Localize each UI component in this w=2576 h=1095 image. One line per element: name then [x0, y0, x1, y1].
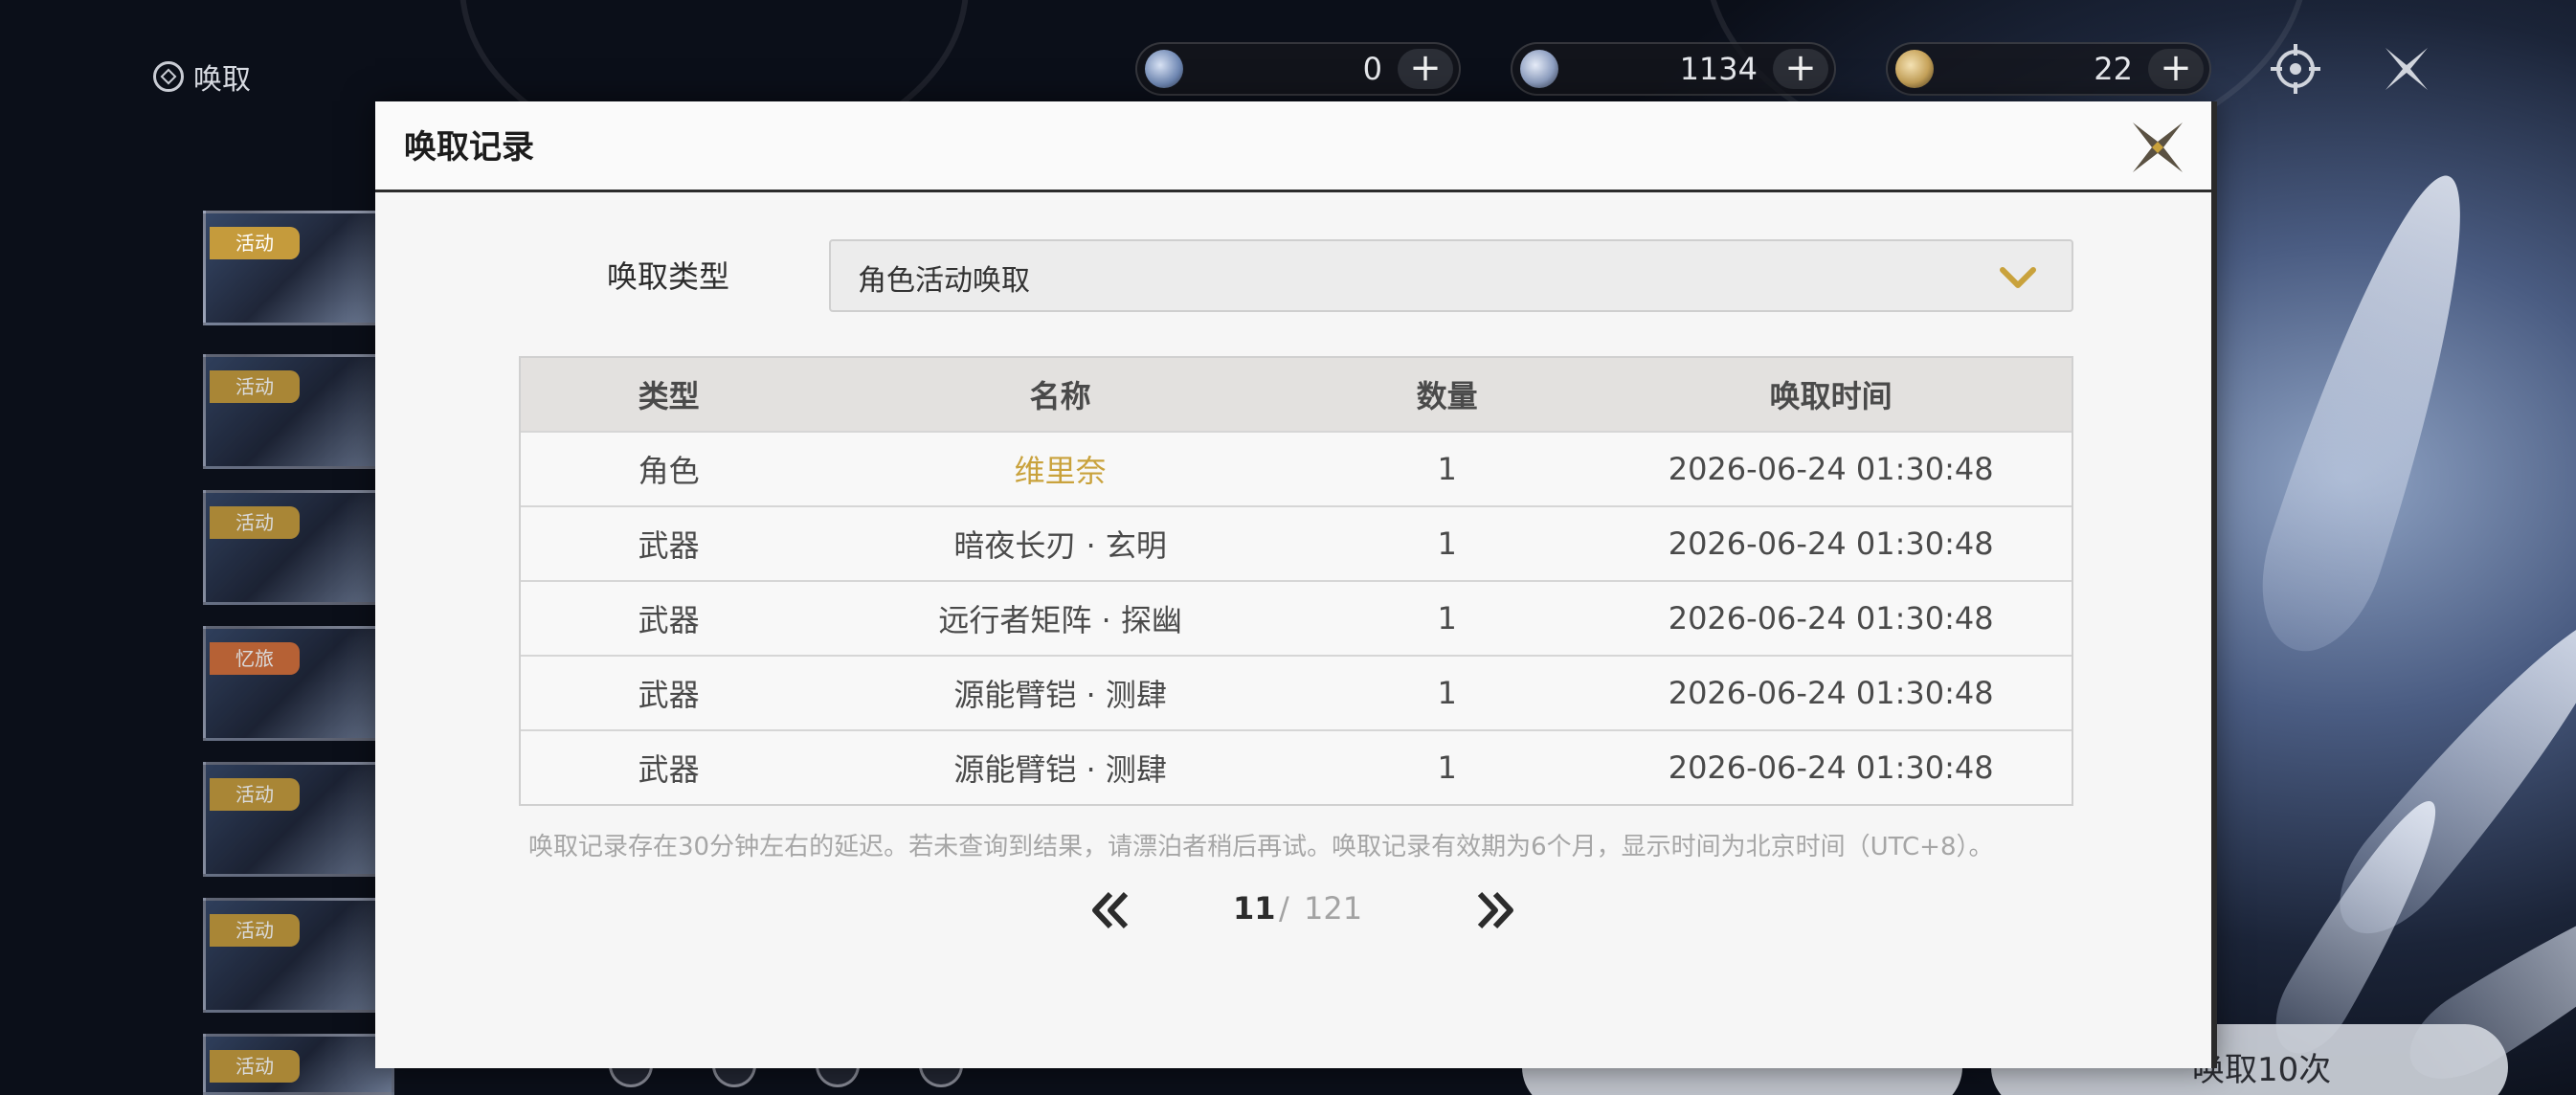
dialog-header: 唤取记录 — [375, 101, 2215, 192]
bg-feather — [2240, 158, 2503, 668]
row-time: 2026-06-24 01:30:48 — [1668, 600, 1994, 637]
convene-type-dropdown[interactable]: 角色活动唤取 — [829, 239, 2073, 312]
convene-icon — [153, 61, 184, 92]
screen-title-text: 唤取 — [193, 63, 251, 97]
banner-item[interactable]: 活动 — [203, 354, 394, 469]
row-name: 源能臂铠 · 测肆 — [953, 677, 1167, 713]
banner-item[interactable]: 活动 — [203, 898, 394, 1013]
row-name: 远行者矩阵 · 探幽 — [938, 602, 1182, 638]
add-star-crystal-button[interactable]: + — [1773, 49, 1828, 89]
column-header-name: 名称 — [1029, 378, 1091, 414]
row-time: 2026-06-24 01:30:48 — [1668, 749, 1994, 786]
banner-tag: 活动 — [210, 1050, 300, 1083]
banner-tag: 活动 — [210, 914, 300, 947]
target-icon[interactable] — [2269, 42, 2322, 96]
lunite-icon — [1145, 50, 1183, 88]
currency-value: 1134 — [1679, 51, 1758, 87]
row-name: 暗夜长刃 · 玄明 — [953, 527, 1167, 564]
row-type: 角色 — [638, 453, 700, 489]
dialog-title: 唤取记录 — [404, 128, 534, 167]
row-quantity: 1 — [1437, 749, 1457, 786]
row-time: 2026-06-24 01:30:48 — [1668, 675, 1994, 711]
screen-title: 唤取 — [153, 56, 251, 98]
row-time: 2026-06-24 01:30:48 — [1668, 525, 1994, 562]
exit-icon[interactable] — [2380, 42, 2433, 96]
currency-value: 0 — [1362, 51, 1382, 87]
convene-type-value: 角色活动唤取 — [858, 264, 1030, 298]
row-time: 2026-06-24 01:30:48 — [1668, 451, 1994, 487]
dialog-edge — [2211, 101, 2217, 1068]
star-crystal-icon — [1520, 50, 1558, 88]
table-row: 武器 远行者矩阵 · 探幽 1 2026-06-24 01:30:48 — [521, 580, 2072, 655]
add-lunite-button[interactable]: + — [1398, 49, 1453, 89]
row-type: 武器 — [638, 527, 700, 564]
currency-value: 22 — [2094, 51, 2133, 87]
table-row: 武器 源能臂铠 · 测肆 1 2026-06-24 01:30:48 — [521, 729, 2072, 804]
close-icon[interactable] — [2129, 119, 2186, 176]
row-name: 维里奈 — [1014, 453, 1107, 489]
banner-tag: 活动 — [210, 370, 300, 403]
banner-item[interactable]: 活动 — [203, 762, 394, 877]
banner-tag: 活动 — [210, 506, 300, 539]
row-quantity: 1 — [1437, 600, 1457, 637]
total-pages: 121 — [1304, 890, 1363, 927]
banner-item[interactable]: 活动 — [203, 211, 394, 325]
last-page-icon[interactable] — [1468, 888, 1520, 932]
table-row: 武器 源能臂铠 · 测肆 1 2026-06-24 01:30:48 — [521, 655, 2072, 729]
table-row: 武器 暗夜长刃 · 玄明 1 2026-06-24 01:30:48 — [521, 505, 2072, 580]
current-page: 11 — [1233, 890, 1276, 927]
first-page-icon[interactable] — [1086, 888, 1137, 932]
row-type: 武器 — [638, 677, 700, 713]
pagination: 11 / 121 — [375, 884, 2215, 942]
banner-tag: 活动 — [210, 778, 300, 811]
chevron-down-icon — [2000, 267, 2036, 288]
gold-tide-icon — [1895, 50, 1934, 88]
currency-pill-star-crystal: 1134 + — [1511, 42, 1836, 96]
column-header-quantity: 数量 — [1416, 378, 1478, 414]
column-header-type: 类型 — [638, 378, 700, 414]
table-row: 角色 维里奈 1 2026-06-24 01:30:48 — [521, 431, 2072, 505]
row-type: 武器 — [638, 751, 700, 788]
banner-tag: 活动 — [210, 227, 300, 259]
row-type: 武器 — [638, 602, 700, 638]
row-quantity: 1 — [1437, 451, 1457, 487]
banner-item[interactable]: 活动 — [203, 490, 394, 605]
banner-tag: 忆旅 — [210, 642, 300, 675]
page-separator: / — [1279, 890, 1289, 927]
screen: 唤取 0 + 1134 + 22 + 活动 活动 活动 忆旅 活动 活动 活动 … — [0, 0, 2576, 1095]
currency-pill-gold-tide: 22 + — [1886, 42, 2211, 96]
history-table: 类型 名称 数量 唤取时间 角色 维里奈 1 2026-06-24 01:30:… — [519, 356, 2073, 806]
currency-pill-lunite: 0 + — [1135, 42, 1461, 96]
delay-notice: 唤取记录存在30分钟左右的延迟。若未查询到结果，请漂泊者稍后再试。唤取记录有效期… — [528, 833, 1994, 861]
row-quantity: 1 — [1437, 675, 1457, 711]
banner-item[interactable]: 忆旅 — [203, 626, 394, 741]
row-quantity: 1 — [1437, 525, 1457, 562]
row-name: 源能臂铠 · 测肆 — [953, 751, 1167, 788]
column-header-time: 唤取时间 — [1769, 378, 1893, 414]
convene-type-label: 唤取类型 — [607, 258, 730, 295]
convene-history-dialog: 唤取记录 唤取类型 角色活动唤取 类型 名称 数量 唤取时间 角色 维里奈 1 … — [375, 101, 2215, 1068]
banner-item[interactable]: 活动 — [203, 1034, 394, 1095]
table-header-row: 类型 名称 数量 唤取时间 — [521, 358, 2072, 431]
add-gold-tide-button[interactable]: + — [2148, 49, 2204, 89]
